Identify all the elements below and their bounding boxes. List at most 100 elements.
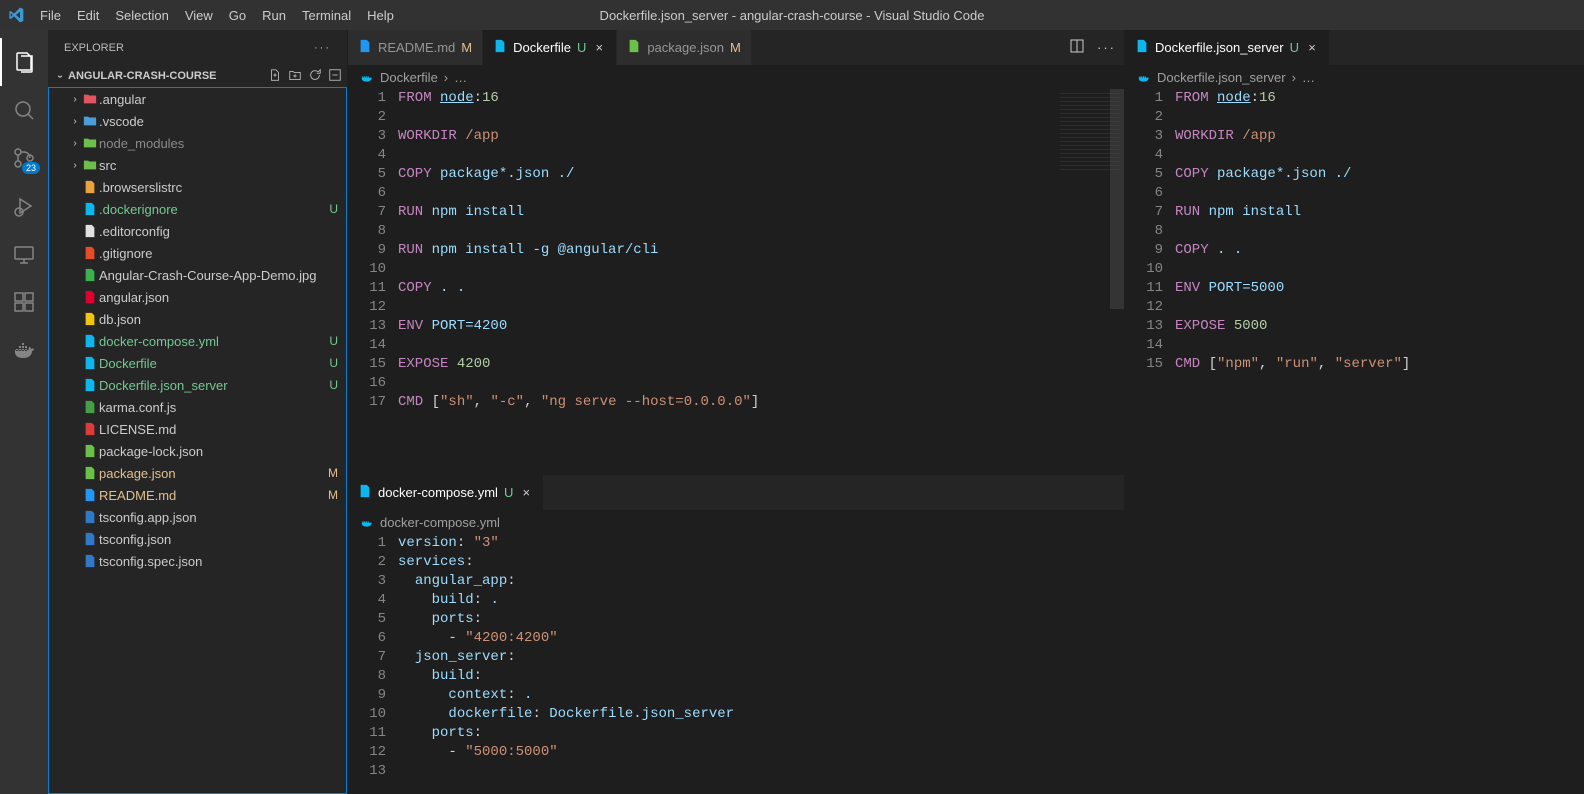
status-badge: U — [329, 334, 338, 348]
file-icon — [81, 334, 99, 348]
activity-scm[interactable]: 23 — [0, 134, 48, 182]
menu-items: FileEditSelectionViewGoRunTerminalHelp — [32, 8, 402, 23]
tree-item-label: angular.json — [99, 290, 338, 305]
editor-area: README.mdMDockerfileU×package.jsonM ··· D… — [348, 30, 1584, 794]
activity-docker[interactable] — [0, 326, 48, 374]
file-icon — [81, 444, 99, 458]
tree-item[interactable]: DockerfileU — [49, 352, 346, 374]
tab[interactable]: README.mdM — [348, 30, 483, 65]
more-icon[interactable]: ··· — [314, 42, 331, 54]
file-icon — [81, 356, 99, 370]
tree-item[interactable]: Angular-Crash-Course-App-Demo.jpg — [49, 264, 346, 286]
chevron-right-icon: › — [69, 138, 81, 149]
tree-item[interactable]: .dockerignoreU — [49, 198, 346, 220]
tree-item[interactable]: .editorconfig — [49, 220, 346, 242]
tree-item[interactable]: package-lock.json — [49, 440, 346, 462]
tree-item[interactable]: package.jsonM — [49, 462, 346, 484]
explorer-sidebar: EXPLORER ··· › ANGULAR-CRASH-COURSE ›.an… — [48, 30, 348, 794]
menu-view[interactable]: View — [177, 8, 221, 23]
code-right[interactable]: FROM node:16 WORKDIR /app COPY package*.… — [1175, 89, 1584, 794]
code-left[interactable]: FROM node:16 WORKDIR /app COPY package*.… — [398, 89, 1124, 474]
status-badge: U — [329, 378, 338, 392]
breadcrumb-right[interactable]: Dockerfile.json_server › … — [1125, 65, 1584, 89]
menu-run[interactable]: Run — [254, 8, 294, 23]
breadcrumb-rest: … — [1302, 70, 1315, 85]
breadcrumb-file: docker-compose.yml — [380, 515, 500, 530]
status-badge: M — [328, 466, 338, 480]
breadcrumb-bottom[interactable]: docker-compose.yml — [348, 510, 1124, 534]
tree-item[interactable]: Dockerfile.json_serverU — [49, 374, 346, 396]
tree-item[interactable]: README.mdM — [49, 484, 346, 506]
menu-help[interactable]: Help — [359, 8, 402, 23]
chevron-down-icon: › — [55, 68, 66, 84]
more-icon[interactable]: ··· — [1097, 40, 1116, 55]
tree-item[interactable]: .gitignore — [49, 242, 346, 264]
tab-status: U — [1290, 40, 1299, 55]
menu-selection[interactable]: Selection — [107, 8, 176, 23]
explorer-title: EXPLORER — [64, 42, 124, 54]
tree-item[interactable]: ›.vscode — [49, 110, 346, 132]
tree-item[interactable]: ›node_modules — [49, 132, 346, 154]
tree-item[interactable]: tsconfig.app.json — [49, 506, 346, 528]
activity-extensions[interactable] — [0, 278, 48, 326]
close-icon[interactable]: × — [519, 485, 533, 500]
tree-item[interactable]: ›.angular — [49, 88, 346, 110]
tree-item[interactable]: db.json — [49, 308, 346, 330]
chevron-right-icon: › — [69, 160, 81, 171]
folder-icon — [81, 92, 99, 106]
menu-file[interactable]: File — [32, 8, 69, 23]
tree-item[interactable]: tsconfig.json — [49, 528, 346, 550]
split-icon[interactable] — [1069, 38, 1085, 57]
tree-item-label: karma.conf.js — [99, 400, 338, 415]
menu-terminal[interactable]: Terminal — [294, 8, 359, 23]
activity-search[interactable] — [0, 86, 48, 134]
breadcrumb-file: Dockerfile.json_server — [1157, 70, 1286, 85]
file-icon — [81, 246, 99, 260]
code-bottom[interactable]: version: "3" services: angular_app: buil… — [398, 534, 1124, 794]
close-icon[interactable]: × — [592, 40, 606, 55]
tree-item-label: db.json — [99, 312, 338, 327]
menu-edit[interactable]: Edit — [69, 8, 107, 23]
tree-item[interactable]: docker-compose.ymlU — [49, 330, 346, 352]
editor-dockerfile[interactable]: 1 2 3 4 5 6 7 8 9 10 11 12 13 14 15 16 1… — [348, 89, 1124, 474]
editor-dockerfile-json-server[interactable]: 1 2 3 4 5 6 7 8 9 10 11 12 13 14 15 FROM… — [1125, 89, 1584, 794]
file-icon — [81, 422, 99, 436]
tree-item[interactable]: ›src — [49, 154, 346, 176]
tree-item[interactable]: angular.json — [49, 286, 346, 308]
activity-explorer[interactable] — [0, 38, 48, 86]
file-icon — [358, 484, 372, 501]
tab[interactable]: package.jsonM — [617, 30, 751, 65]
activity-remote[interactable] — [0, 230, 48, 278]
breadcrumb-left[interactable]: Dockerfile › … — [348, 65, 1124, 89]
folder-icon — [81, 114, 99, 128]
collapse-icon[interactable] — [327, 68, 343, 85]
tree-item-label: package-lock.json — [99, 444, 338, 459]
file-icon — [1135, 39, 1149, 56]
tree-item-label: Angular-Crash-Course-App-Demo.jpg — [99, 268, 338, 283]
tab-status: M — [730, 40, 741, 55]
editor-compose[interactable]: 1 2 3 4 5 6 7 8 9 10 11 12 13 version: "… — [348, 534, 1124, 794]
new-folder-icon[interactable] — [287, 68, 303, 85]
menu-go[interactable]: Go — [221, 8, 254, 23]
tree-item[interactable]: tsconfig.spec.json — [49, 550, 346, 572]
tree-item-label: .gitignore — [99, 246, 338, 261]
close-icon[interactable]: × — [1305, 40, 1319, 55]
tab[interactable]: DockerfileU× — [483, 30, 617, 65]
new-file-icon[interactable] — [267, 68, 283, 85]
activity-debug[interactable] — [0, 182, 48, 230]
tab-label: Dockerfile.json_server — [1155, 40, 1284, 55]
activity-bar: 23 — [0, 30, 48, 794]
tab[interactable]: Dockerfile.json_server U × — [1125, 30, 1330, 65]
tree-item-label: tsconfig.json — [99, 532, 338, 547]
tree-item[interactable]: karma.conf.js — [49, 396, 346, 418]
minimap-left[interactable] — [1044, 89, 1124, 474]
tree-item-label: tsconfig.spec.json — [99, 554, 338, 569]
tree-item[interactable]: .browserslistrc — [49, 176, 346, 198]
file-tree[interactable]: ›.angular›.vscode›node_modules›src.brows… — [48, 87, 347, 794]
tree-item[interactable]: LICENSE.md — [49, 418, 346, 440]
folder-header[interactable]: › ANGULAR-CRASH-COURSE — [48, 65, 347, 87]
refresh-icon[interactable] — [307, 68, 323, 85]
explorer-header: EXPLORER ··· — [48, 30, 347, 65]
tab[interactable]: docker-compose.ymlU× — [348, 475, 544, 510]
editor-group-bottom: docker-compose.ymlU× docker-compose.yml … — [348, 474, 1124, 794]
